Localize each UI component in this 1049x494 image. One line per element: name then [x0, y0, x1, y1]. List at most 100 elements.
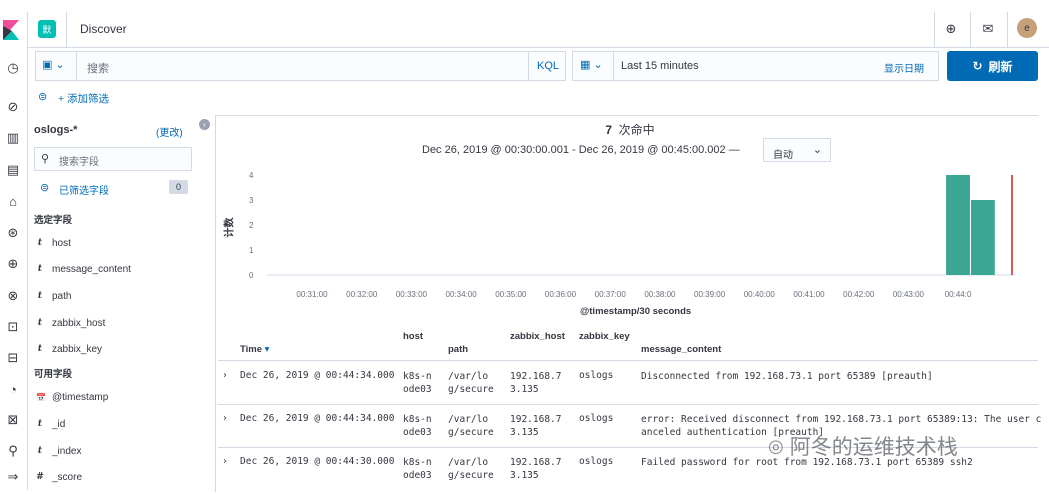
field-item[interactable]: t _index	[36, 441, 82, 461]
row-divider	[218, 404, 1038, 405]
visualize-icon[interactable]: ▥	[5, 130, 21, 146]
field-item[interactable]: t path	[36, 286, 72, 306]
filtered-fields-toggle[interactable]: 已筛选字段	[59, 182, 109, 197]
expand-row-icon[interactable]: ›	[222, 370, 228, 381]
x-tick-label: 00:32:00	[346, 290, 378, 299]
filtered-count-badge: 0	[169, 180, 188, 194]
filter-icon[interactable]: ⊜	[38, 90, 47, 103]
sort-down-icon[interactable]: ▾	[265, 344, 270, 355]
row-message: Disconnected from 192.168.73.1 port 6538…	[641, 371, 933, 382]
search-input[interactable]: 搜索	[87, 60, 109, 76]
zabbix-host-column-header[interactable]: zabbix_host	[510, 331, 565, 342]
divider	[528, 52, 529, 80]
app-badge[interactable]: 默	[38, 20, 56, 38]
field-item[interactable]: t host	[36, 233, 71, 253]
discover-compass-icon[interactable]: ⊘	[5, 99, 21, 115]
histogram-bar[interactable]	[970, 200, 995, 275]
collapse-sidebar-icon[interactable]: ‹	[199, 119, 210, 130]
apm-icon[interactable]: ⊟	[5, 350, 21, 366]
expand-row-icon[interactable]: ›	[222, 456, 228, 467]
field-item[interactable]: t zabbix_key	[36, 339, 102, 359]
row-zabbix-host: 192.168.7 3.135	[510, 414, 562, 438]
divider	[613, 52, 614, 80]
refresh-button[interactable]: ↻ 刷新	[947, 51, 1038, 81]
query-bar: ▣ ⌄ 搜索 KQL	[35, 51, 566, 81]
calendar-icon[interactable]: ▦ ⌄	[580, 58, 603, 71]
y-tick-label: 2	[249, 221, 254, 230]
watermark: ◎ 阿冬的运维技术栈	[768, 435, 958, 459]
y-tick-label: 3	[249, 196, 254, 205]
field-item[interactable]: 📅 @timestamp	[36, 387, 108, 407]
zabbix-key-column-header[interactable]: zabbix_key	[579, 331, 630, 342]
x-tick-label: 00:38:00	[644, 290, 676, 299]
add-filter-link[interactable]: + 添加筛选	[58, 91, 109, 106]
x-tick-label: 00:43:00	[893, 290, 925, 299]
time-column-header[interactable]: Time ▾	[240, 344, 269, 355]
calendar-icon: 📅	[36, 392, 46, 402]
y-axis-label: 计数	[224, 217, 236, 238]
avatar[interactable]: e	[1017, 18, 1037, 38]
row-path: /var/lo g/secure	[448, 414, 494, 438]
x-tick-label: 00:44:0	[945, 290, 972, 299]
dev-tools-icon[interactable]: ⚲	[5, 443, 21, 459]
x-tick-label: 00:42:00	[843, 290, 875, 299]
canvas-icon[interactable]: ⌂	[5, 193, 21, 209]
header-divider	[66, 12, 67, 48]
mail-icon[interactable]: ✉	[979, 20, 997, 38]
collapse-nav-icon[interactable]: ⇒	[5, 469, 21, 485]
x-axis-label: @timestamp/30 seconds	[580, 306, 692, 317]
row-host: k8s-n ode03	[403, 457, 432, 481]
field-search-input[interactable]: ⚲ 搜索字段	[34, 147, 192, 171]
maps-icon[interactable]: ⊛	[5, 225, 21, 241]
histogram-chart: 4 3 2 1 0 00:31:00 00:32:00 00:33:00 00:34:00 00:…	[249, 171, 1015, 299]
message-column-header[interactable]: message_content	[641, 344, 721, 355]
x-tick-label: 00:36:00	[545, 290, 577, 299]
row-host: k8s-n ode03	[403, 414, 432, 438]
change-index-link[interactable]: (更改)	[156, 124, 183, 139]
x-tick-label: 00:34:00	[446, 290, 478, 299]
time-range[interactable]: Last 15 minutes	[621, 60, 699, 72]
field-item[interactable]: # _score	[36, 467, 82, 487]
x-tick-label: 00:37:00	[595, 290, 627, 299]
x-tick-label: 00:33:00	[396, 290, 428, 299]
show-dates-link[interactable]: 显示日期	[884, 60, 924, 75]
siem-icon[interactable]: ⊠	[5, 412, 21, 428]
time-picker: ▦ ⌄ Last 15 minutes 显示日期	[572, 51, 939, 81]
index-pattern-title: oslogs-*	[34, 124, 78, 136]
row-zabbix-key: oslogs	[579, 413, 614, 424]
interval-select[interactable]: 自动 ⌄	[763, 138, 831, 162]
help-globe-icon[interactable]: ⊕	[942, 20, 960, 38]
path-column-header[interactable]: path	[448, 344, 468, 355]
field-item[interactable]: t zabbix_host	[36, 313, 105, 333]
y-tick-label: 0	[249, 271, 254, 280]
field-item[interactable]: t _id	[36, 414, 65, 434]
row-path: /var/lo g/secure	[448, 457, 494, 481]
page-title: Discover	[80, 22, 127, 36]
x-tick-label: 00:35:00	[495, 290, 527, 299]
saved-query-icon[interactable]: ▣ ⌄	[42, 58, 65, 71]
field-item[interactable]: t message_content	[36, 259, 131, 279]
header-divider	[934, 12, 935, 48]
histogram-bar[interactable]	[946, 175, 970, 275]
ml-icon[interactable]: ⊕	[5, 256, 21, 272]
logs-icon[interactable]: ⊡	[5, 319, 21, 335]
kql-button[interactable]: KQL	[537, 60, 559, 72]
x-tick-label: 00:40:00	[744, 290, 776, 299]
row-time: Dec 26, 2019 @ 00:44:34.000	[240, 370, 395, 381]
available-fields-title: 可用字段	[34, 369, 73, 380]
row-host: k8s-n ode03	[403, 371, 432, 395]
row-path: /var/lo g/secure	[448, 371, 494, 395]
infrastructure-icon[interactable]: ⊗	[5, 288, 21, 304]
header-divider	[218, 360, 1038, 361]
uptime-icon[interactable]: ◔	[5, 381, 21, 397]
y-tick-label: 4	[249, 171, 254, 180]
wechat-icon: ◎	[768, 435, 784, 457]
kibana-logo-icon[interactable]	[3, 20, 19, 40]
header-divider	[1007, 12, 1008, 48]
recent-clock-icon[interactable]: ◷	[5, 60, 21, 76]
expand-row-icon[interactable]: ›	[222, 413, 228, 424]
host-column-header[interactable]: host	[403, 331, 423, 342]
dashboard-icon[interactable]: ▤	[5, 162, 21, 178]
row-time: Dec 26, 2019 @ 00:44:30.000	[240, 456, 395, 467]
header-divider	[970, 12, 971, 48]
